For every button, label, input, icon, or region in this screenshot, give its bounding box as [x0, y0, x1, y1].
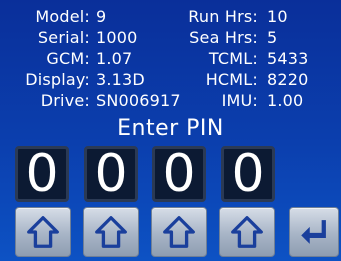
gcm-value: 1.07	[96, 49, 133, 68]
serial-value: 1000	[96, 28, 138, 47]
model-label: Model:	[35, 7, 90, 26]
display-value: 3.13D	[96, 70, 145, 89]
pin-digit-3: 0	[152, 146, 206, 202]
pin-entry-screen: Model: 9 Run Hrs: 10 Serial: 1000 Sea Hr…	[0, 0, 341, 261]
increment-digit-4-button[interactable]	[219, 207, 275, 257]
run-hours-label: Run Hrs:	[188, 7, 258, 26]
info-row: Drive: SN006917 IMU: 1.00	[0, 90, 341, 111]
hcml-label: HCML:	[205, 70, 258, 89]
display-label: Display:	[25, 70, 90, 89]
pin-digit-4: 0	[221, 146, 275, 202]
device-info-panel: Model: 9 Run Hrs: 10 Serial: 1000 Sea Hr…	[0, 6, 341, 111]
imu-value: 1.00	[267, 91, 304, 110]
enter-button[interactable]	[289, 207, 339, 257]
info-row: Serial: 1000 Sea Hrs: 5	[0, 27, 341, 48]
serial-label: Serial:	[37, 28, 90, 47]
arrow-up-icon	[92, 213, 130, 251]
model-value: 9	[96, 7, 107, 26]
increment-digit-2-button[interactable]	[83, 207, 139, 257]
sea-hours-label: Sea Hrs:	[189, 28, 258, 47]
gcm-label: GCM:	[46, 49, 90, 68]
increment-digit-3-button[interactable]	[151, 207, 207, 257]
drive-label: Drive:	[40, 91, 90, 110]
increment-digit-1-button[interactable]	[15, 207, 71, 257]
run-hours-value: 10	[267, 7, 288, 26]
enter-return-icon	[297, 215, 331, 249]
info-row: Display: 3.13D HCML: 8220	[0, 69, 341, 90]
enter-pin-title: Enter PIN	[117, 116, 224, 141]
drive-value: SN006917	[96, 91, 181, 110]
arrow-up-icon	[160, 213, 198, 251]
info-row: Model: 9 Run Hrs: 10	[0, 6, 341, 27]
info-row: GCM: 1.07 TCML: 5433	[0, 48, 341, 69]
tcml-label: TCML:	[208, 49, 258, 68]
arrow-up-icon	[24, 213, 62, 251]
pin-digit-2: 0	[84, 146, 138, 202]
tcml-value: 5433	[267, 49, 309, 68]
hcml-value: 8220	[267, 70, 309, 89]
sea-hours-value: 5	[267, 28, 278, 47]
imu-label: IMU:	[221, 91, 258, 110]
arrow-up-icon	[228, 213, 266, 251]
pin-digit-1: 0	[15, 146, 69, 202]
